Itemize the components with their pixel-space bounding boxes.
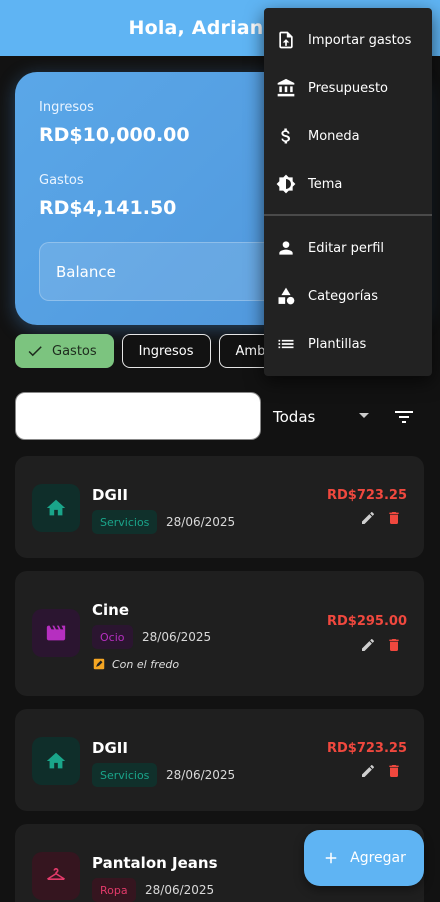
transaction-title: Cine [92, 601, 130, 619]
transaction-title: Pantalon Jeans [92, 854, 218, 872]
menu-item-label: Importar gastos [308, 32, 412, 48]
hanger-icon [32, 852, 80, 900]
delete-icon[interactable] [386, 510, 402, 526]
type-filter-chips: Gastos Ingresos Amb [15, 334, 283, 368]
transaction-card[interactable]: DGII Servicios 28/06/2025 RD$723.25 [15, 709, 424, 811]
edit-icon[interactable] [360, 763, 376, 779]
chip-gastos[interactable]: Gastos [15, 334, 114, 368]
filter-icon[interactable] [392, 405, 416, 429]
dropdown-arrow-icon [359, 413, 369, 418]
dollar-icon [276, 126, 296, 146]
transaction-title: DGII [92, 739, 128, 757]
transaction-amount: RD$723.25 [326, 741, 407, 756]
add-button-label: Agregar [350, 850, 406, 866]
menu-item-categories[interactable]: Categorías [264, 272, 432, 320]
menu-item-budget[interactable]: Presupuesto [264, 64, 432, 112]
transaction-note: Con el fredo [92, 657, 179, 671]
search-input[interactable] [15, 392, 261, 440]
transaction-date: 28/06/2025 [166, 515, 236, 529]
menu-item-edit-profile[interactable]: Editar perfil [264, 224, 432, 272]
menu-item-label: Tema [308, 176, 343, 192]
note-icon [93, 658, 105, 670]
transaction-amount: RD$295.00 [326, 614, 407, 629]
menu-item-label: Moneda [308, 128, 360, 144]
bank-icon [276, 78, 296, 98]
transaction-date: 28/06/2025 [142, 630, 212, 644]
income-value: RD$10,000.00 [39, 124, 190, 146]
chip-label: Gastos [52, 343, 97, 359]
person-icon [276, 238, 296, 258]
expense-value: RD$4,141.50 [39, 197, 177, 219]
category-tag: Ocio [92, 625, 133, 649]
menu-item-currency[interactable]: Moneda [264, 112, 432, 160]
category-tag: Servicios [92, 763, 158, 787]
chip-ingresos[interactable]: Ingresos [121, 334, 211, 368]
list-icon [276, 334, 296, 354]
movie-icon [32, 609, 80, 657]
menu-item-templates[interactable]: Plantillas [264, 320, 432, 368]
home-icon [32, 737, 80, 785]
category-icon [276, 286, 296, 306]
delete-icon[interactable] [386, 637, 402, 653]
income-label: Ingresos [39, 100, 94, 115]
category-tag: Ropa [92, 878, 136, 902]
menu-item-label: Plantillas [308, 336, 367, 352]
transaction-card[interactable]: Cine Ocio 28/06/2025 Con el fredo RD$295… [15, 571, 424, 696]
dropdown-selected: Todas [273, 408, 316, 426]
home-icon [32, 484, 80, 532]
delete-icon[interactable] [386, 763, 402, 779]
category-dropdown[interactable]: Todas [273, 400, 378, 434]
plus-icon [325, 852, 337, 864]
menu-item-label: Presupuesto [308, 80, 388, 96]
add-button[interactable]: Agregar [304, 830, 424, 886]
expense-label: Gastos [39, 173, 84, 188]
overflow-menu: Importar gastos Presupuesto Moneda Tema … [264, 8, 432, 376]
transaction-date: 28/06/2025 [166, 768, 236, 782]
menu-divider [264, 214, 432, 216]
note-text: Con el fredo [112, 657, 180, 671]
chip-label: Amb [235, 343, 266, 359]
menu-item-theme[interactable]: Tema [264, 160, 432, 208]
file-upload-icon [276, 30, 296, 50]
menu-item-label: Editar perfil [308, 240, 385, 256]
transaction-title: DGII [92, 486, 128, 504]
edit-icon[interactable] [360, 637, 376, 653]
menu-item-import[interactable]: Importar gastos [264, 16, 432, 64]
chip-label: Ingresos [138, 343, 194, 359]
greeting-title: Hola, Adrian [128, 17, 264, 39]
transaction-date: 28/06/2025 [145, 883, 215, 897]
category-tag: Servicios [92, 510, 158, 534]
balance-label: Balance [56, 262, 116, 281]
edit-icon[interactable] [360, 510, 376, 526]
transaction-amount: RD$723.25 [326, 488, 407, 503]
check-icon [28, 346, 42, 357]
brightness-icon [276, 174, 296, 194]
transaction-card[interactable]: DGII Servicios 28/06/2025 RD$723.25 [15, 456, 424, 558]
menu-item-label: Categorías [308, 288, 379, 304]
